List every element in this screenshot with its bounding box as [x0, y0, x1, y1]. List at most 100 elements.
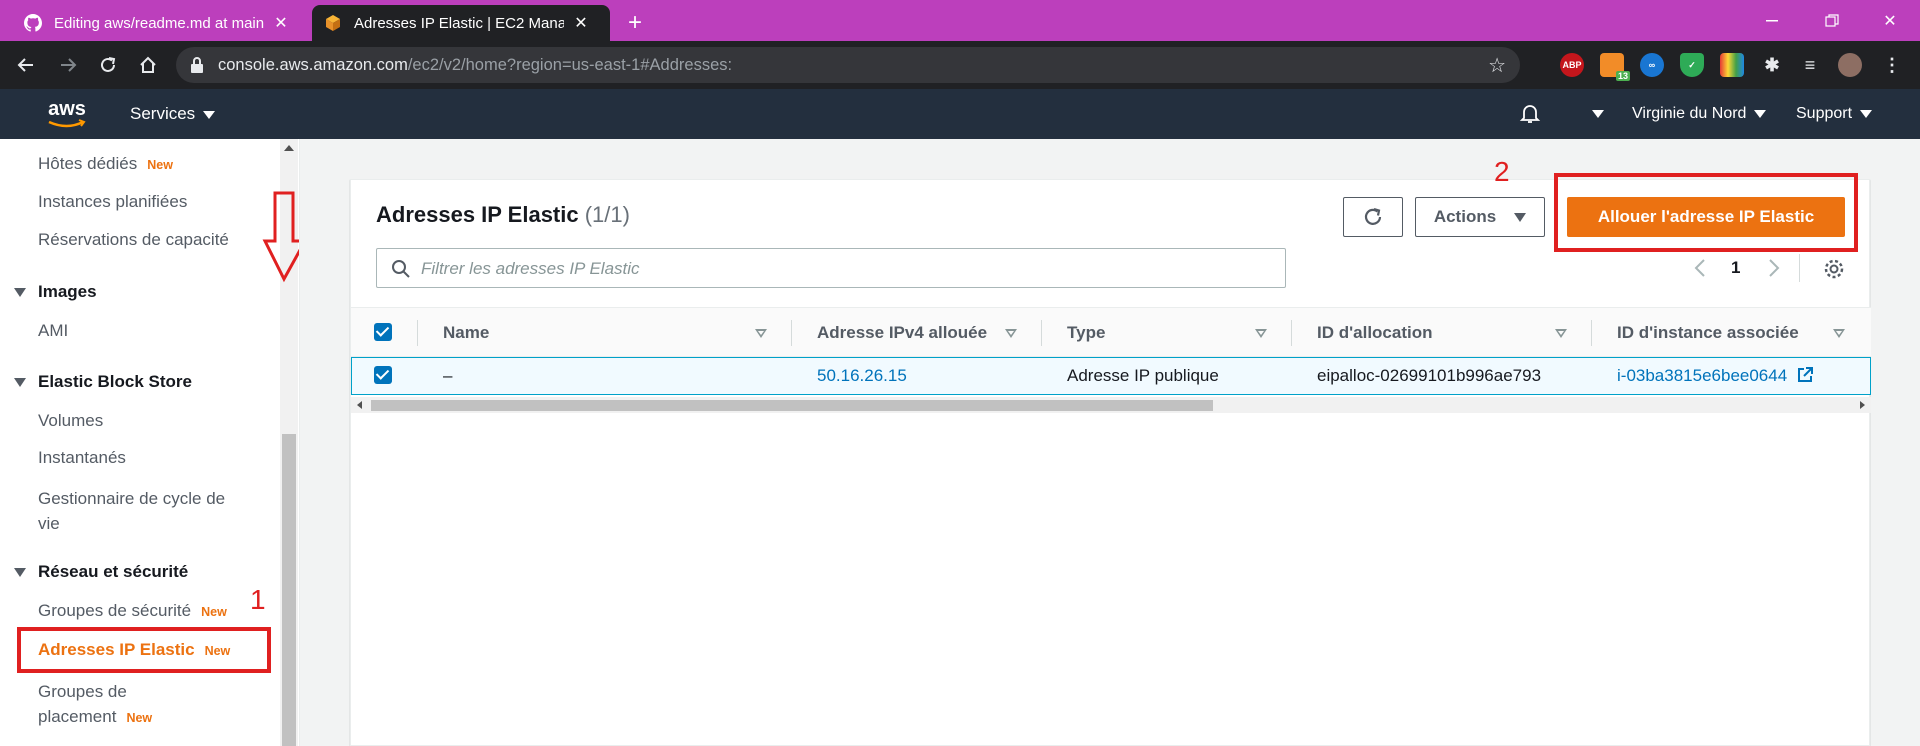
aws-logo[interactable]: aws — [46, 99, 88, 129]
table-row[interactable]: – 50.16.26.15 Adresse IP publique eipall… — [351, 357, 1871, 395]
cell-type: Adresse IP publique — [1067, 366, 1219, 385]
sidebar-item-label-line2: placement — [38, 707, 117, 726]
scrollbar-thumb[interactable] — [371, 400, 1213, 411]
sidebar-item-label: Hôtes dédiés — [38, 154, 138, 173]
extension-badge-icon[interactable]: 13 — [1600, 53, 1630, 81]
sidebar-section-network-security[interactable]: Réseau et sécurité — [14, 562, 188, 582]
shield-extension-icon[interactable]: ✓ — [1680, 53, 1704, 77]
forward-arrow-icon[interactable] — [56, 53, 80, 77]
filter-input[interactable]: Filtrer les adresses IP Elastic — [376, 248, 1286, 288]
panel-title-text: Adresses IP Elastic — [376, 202, 579, 227]
aws-cube-icon — [324, 14, 342, 32]
column-header-ipv4[interactable]: Adresse IPv4 allouée — [817, 323, 987, 343]
close-window-icon[interactable]: ✕ — [1862, 0, 1918, 41]
cell-ipv4-link[interactable]: 50.16.26.15 — [817, 366, 907, 386]
page-number[interactable]: 1 — [1731, 258, 1740, 278]
bookmark-star-icon[interactable]: ☆ — [1488, 53, 1506, 78]
sidebar-item-label: AMI — [38, 321, 69, 340]
cell-allocation-id: eipalloc-02699101b996ae793 — [1317, 366, 1542, 385]
media-queue-icon[interactable]: ≡ — [1798, 53, 1822, 77]
sidebar-section-label: Images — [38, 282, 97, 301]
sort-icon[interactable] — [1255, 329, 1267, 338]
browser-tab-github[interactable]: Editing aws/readme.md at main ✕ — [12, 5, 312, 41]
github-icon — [24, 14, 42, 32]
annotation-down-arrow-icon — [262, 191, 299, 283]
home-icon[interactable] — [136, 53, 160, 77]
puzzle-extensions-icon[interactable]: ✱ — [1760, 53, 1784, 77]
region-menu[interactable]: Virginie du Nord — [1632, 105, 1767, 123]
annotation-number-2: 2 — [1494, 156, 1510, 187]
search-icon — [392, 260, 410, 278]
gear-icon[interactable] — [1823, 258, 1845, 280]
sort-icon[interactable] — [755, 329, 767, 338]
filter-placeholder: Filtrer les adresses IP Elastic — [421, 259, 640, 278]
sidebar-item-dedicated-hosts[interactable]: Hôtes dédiés New — [38, 154, 173, 174]
scroll-right-arrow-icon[interactable] — [1860, 401, 1865, 409]
back-arrow-icon[interactable] — [14, 53, 38, 77]
browser-tab-label: Editing aws/readme.md at main — [54, 14, 264, 32]
browser-tab-ec2[interactable]: Adresses IP Elastic | EC2 Managem ✕ — [312, 5, 610, 41]
refresh-button[interactable] — [1343, 197, 1403, 237]
minimize-icon[interactable] — [1744, 0, 1800, 41]
sidebar-item-scheduled-instances[interactable]: Instances planifiées — [38, 192, 187, 212]
browser-menu-icon[interactable]: ⋮ — [1880, 53, 1904, 77]
sidebar-item-security-groups[interactable]: Groupes de sécurité New — [38, 601, 227, 621]
column-header-instance-id[interactable]: ID d'instance associée — [1617, 323, 1799, 343]
scroll-left-arrow-icon[interactable] — [357, 401, 362, 409]
column-divider — [1291, 320, 1292, 346]
sidebar-section-ebs[interactable]: Elastic Block Store — [14, 372, 192, 392]
column-header-name[interactable]: Name — [443, 323, 489, 343]
support-menu[interactable]: Support — [1796, 105, 1873, 123]
lock-icon — [190, 56, 204, 74]
sidebar-item-lifecycle-manager[interactable]: Gestionnaire de cycle de vie — [38, 486, 225, 536]
color-grid-extension-icon[interactable] — [1720, 53, 1744, 77]
sort-icon[interactable] — [1555, 329, 1567, 338]
cell-instance-id-link[interactable]: i-03ba3815e6bee0644 — [1617, 366, 1814, 386]
bell-icon[interactable] — [1518, 101, 1542, 130]
scrollbar-thumb[interactable] — [282, 434, 296, 746]
sidebar-item-label: Instances planifiées — [38, 192, 188, 211]
new-badge: New — [201, 605, 227, 619]
browser-tab-bar: Editing aws/readme.md at main ✕ Adresses… — [0, 0, 1920, 41]
select-all-checkbox[interactable] — [374, 323, 392, 341]
services-menu[interactable]: Services — [130, 104, 216, 124]
actions-button[interactable]: Actions — [1415, 197, 1545, 237]
restore-icon[interactable] — [1804, 0, 1860, 41]
address-bar[interactable]: console.aws.amazon.com/ec2/v2/home?regio… — [176, 47, 1520, 83]
account-menu[interactable] — [1584, 105, 1604, 123]
scroll-up-arrow-icon[interactable] — [284, 145, 294, 151]
sidebar-item-placement-groups[interactable]: Groupes de placement New — [38, 679, 152, 731]
sidebar-item-ami[interactable]: AMI — [38, 321, 68, 341]
extension-badge-count: 13 — [1615, 71, 1630, 81]
close-icon[interactable]: ✕ — [572, 13, 590, 33]
infinity-extension-icon[interactable]: ∞ — [1640, 53, 1664, 77]
aws-logo-text: aws — [48, 98, 86, 120]
selection-count: (1/1) — [584, 202, 630, 227]
collapse-triangle-icon — [14, 568, 26, 578]
annotation-number-1: 1 — [250, 584, 266, 615]
actions-label: Actions — [1433, 207, 1497, 226]
sidebar-item-snapshots[interactable]: Instantanés — [38, 448, 126, 468]
table-horizontal-scrollbar[interactable] — [351, 397, 1871, 413]
sort-icon[interactable] — [1005, 329, 1017, 338]
page-title: Adresses IP Elastic (1/1) — [376, 202, 630, 228]
close-icon[interactable]: ✕ — [272, 13, 290, 33]
reload-icon[interactable] — [96, 53, 120, 77]
instance-id-text: i-03ba3815e6bee0644 — [1617, 366, 1788, 385]
new-badge: New — [126, 711, 153, 725]
row-checkbox[interactable] — [374, 366, 392, 384]
sidebar-item-volumes[interactable]: Volumes — [38, 411, 103, 431]
new-tab-button[interactable]: + — [620, 8, 650, 38]
profile-avatar[interactable] — [1838, 53, 1862, 77]
sidebar-section-images[interactable]: Images — [14, 282, 97, 302]
column-header-allocation-id[interactable]: ID d'allocation — [1317, 323, 1433, 343]
column-header-type[interactable]: Type — [1067, 323, 1105, 343]
adblock-icon[interactable]: ABP — [1560, 53, 1584, 77]
table-header: Name Adresse IPv4 allouée Type ID d'allo… — [351, 307, 1871, 357]
chevron-right-icon[interactable] — [1767, 258, 1781, 278]
chevron-left-icon[interactable] — [1693, 258, 1707, 278]
sort-icon[interactable] — [1833, 329, 1845, 338]
column-divider — [1041, 320, 1042, 346]
sidebar-item-label: Groupes de — [38, 682, 127, 701]
sidebar-item-capacity-reservations[interactable]: Réservations de capacité — [38, 230, 229, 250]
